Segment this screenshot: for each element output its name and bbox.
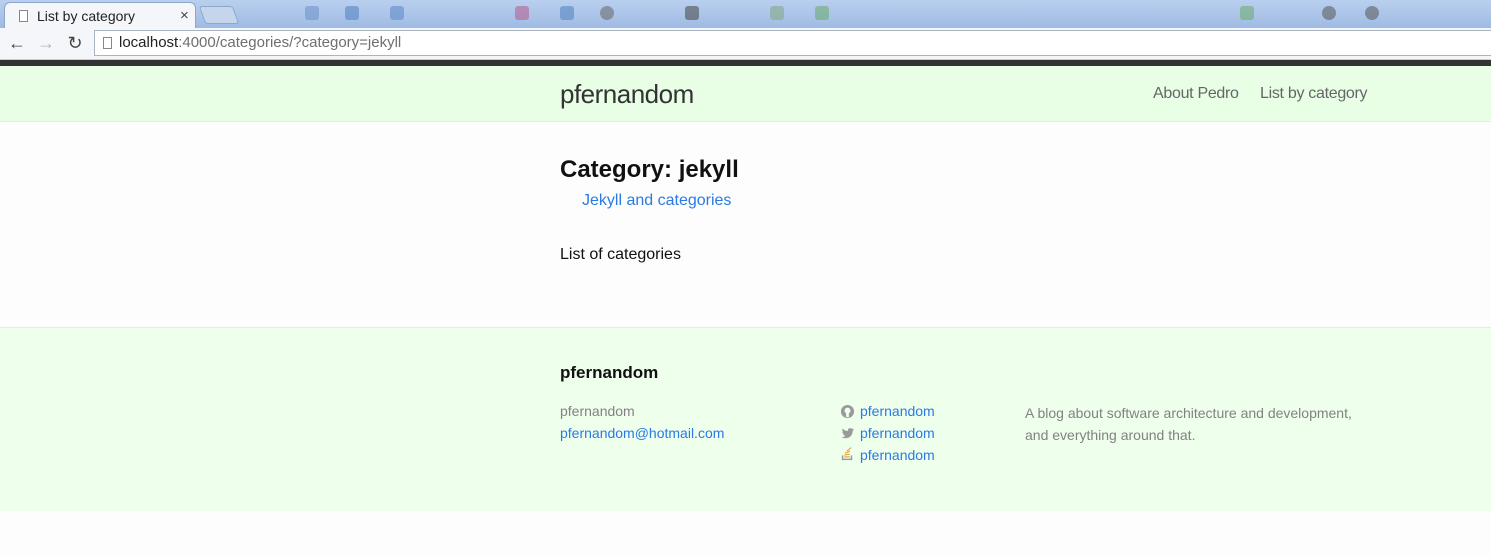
address-bar-url[interactable]: localhost:4000/categories/?category=jeky… bbox=[119, 34, 401, 51]
blurred-tab-icon bbox=[305, 6, 319, 20]
address-bar[interactable]: localhost:4000/categories/?category=jeky… bbox=[94, 30, 1491, 56]
blurred-tab-icon bbox=[1240, 6, 1254, 20]
site-footer: pfernandom pfernandom pfernandom@hotmail… bbox=[0, 327, 1491, 511]
forward-arrow-icon[interactable]: → bbox=[35, 32, 57, 54]
blurred-tab-icon bbox=[1365, 6, 1379, 20]
site-title-link[interactable]: pfernandom bbox=[560, 79, 694, 110]
footer-twitter-link[interactable]: pfernandom bbox=[860, 425, 935, 441]
browser-toolbar: ← → ↻ localhost:4000/categories/?categor… bbox=[0, 28, 1491, 60]
reload-icon[interactable]: ↻ bbox=[64, 32, 86, 54]
site-header: pfernandom About Pedro List by category bbox=[0, 66, 1491, 122]
back-arrow-icon[interactable]: ← bbox=[6, 32, 28, 54]
new-tab-button[interactable] bbox=[198, 6, 240, 24]
browser-tabstrip: List by category × bbox=[0, 0, 1491, 28]
blurred-tab-icon bbox=[685, 6, 699, 20]
page-icon bbox=[19, 10, 28, 22]
url-path: :4000/categories/?category=jekyll bbox=[178, 34, 402, 51]
twitter-icon bbox=[841, 428, 855, 439]
blurred-tab-icon bbox=[815, 6, 829, 20]
footer-author-name: pfernandom bbox=[560, 403, 635, 419]
nav-link-categories[interactable]: List by category bbox=[1260, 85, 1368, 103]
nav-link-about[interactable]: About Pedro bbox=[1153, 85, 1239, 103]
blurred-tab-icon bbox=[600, 6, 614, 20]
footer-email-link[interactable]: pfernandom@hotmail.com bbox=[560, 425, 724, 441]
stackoverflow-icon bbox=[841, 447, 853, 461]
browser-tab-title: List by category bbox=[37, 8, 136, 24]
footer-github-link[interactable]: pfernandom bbox=[860, 403, 935, 419]
blurred-tab-icon bbox=[515, 6, 529, 20]
url-host: localhost bbox=[119, 34, 179, 51]
post-link[interactable]: Jekyll and categories bbox=[582, 192, 731, 210]
blurred-tab-icon bbox=[390, 6, 404, 20]
browser-tab-active[interactable]: List by category × bbox=[4, 2, 196, 28]
footer-stackoverflow-link[interactable]: pfernandom bbox=[860, 447, 935, 463]
github-icon bbox=[840, 404, 855, 419]
categories-list-label: List of categories bbox=[560, 246, 681, 263]
footer-heading: pfernandom bbox=[560, 363, 659, 382]
close-tab-icon[interactable]: × bbox=[180, 7, 189, 24]
blurred-tab-icon bbox=[345, 6, 359, 20]
page-icon bbox=[103, 37, 112, 49]
blurred-tab-icon bbox=[560, 6, 574, 20]
blurred-tab-icon bbox=[1322, 6, 1336, 20]
page-title: Category: jekyll bbox=[560, 156, 739, 183]
footer-site-description: A blog about software architecture and d… bbox=[1025, 405, 1352, 443]
blurred-tab-icon bbox=[770, 6, 784, 20]
